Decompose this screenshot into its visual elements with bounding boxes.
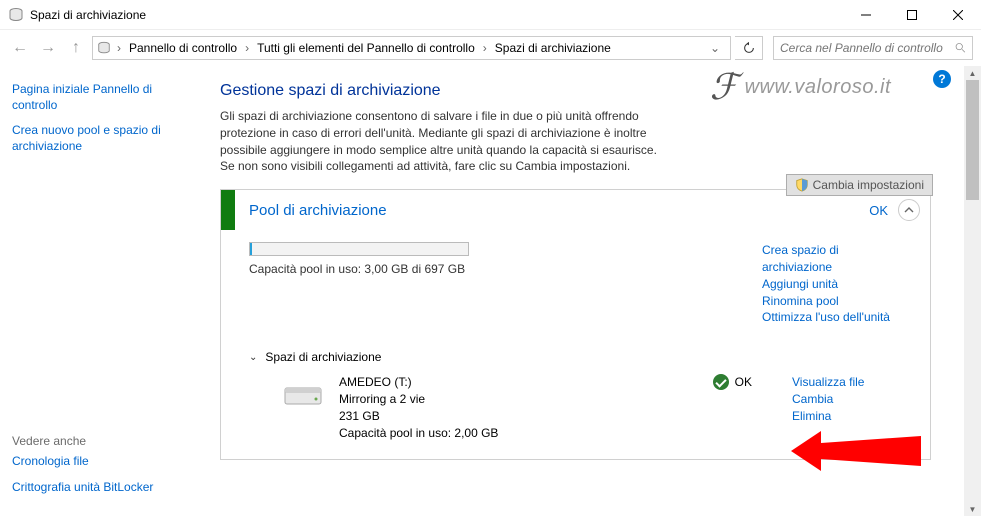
scrollbar[interactable]: ▲ ▼ [964, 66, 981, 516]
watermark-text: www.valoroso.it [745, 76, 891, 99]
page-description: Gli spazi di archiviazione consentono di… [220, 108, 670, 175]
chevron-up-icon [904, 205, 914, 215]
change-settings-label: Cambia impostazioni [813, 178, 924, 192]
storage-icon [8, 7, 24, 23]
pool-header: Pool di archiviazione OK [221, 190, 930, 230]
storage-icon [97, 41, 111, 55]
close-button[interactable] [935, 0, 981, 30]
link-add-drive[interactable]: Aggiungi unità [762, 276, 912, 293]
collapse-button[interactable] [898, 199, 920, 221]
link-optimize[interactable]: Ottimizza l'uso dell'unità [762, 309, 912, 326]
link-create-space[interactable]: Crea spazio di archiviazione [762, 242, 912, 276]
chevron-right-icon[interactable]: › [481, 41, 489, 55]
breadcrumb-item[interactable]: Tutti gli elementi del Pannello di contr… [255, 41, 477, 55]
sidebar-link-file-history[interactable]: Cronologia file [12, 454, 188, 470]
minimize-button[interactable] [843, 0, 889, 30]
ok-icon [713, 374, 729, 390]
chevron-down-icon: ⌄ [249, 352, 257, 363]
space-type: Mirroring a 2 vie [339, 391, 713, 408]
sidebar-link-bitlocker[interactable]: Crittografia unità BitLocker [12, 480, 188, 496]
scroll-thumb[interactable] [966, 80, 979, 200]
space-status-text: OK [735, 375, 752, 389]
scroll-up-icon[interactable]: ▲ [964, 66, 981, 80]
search-input[interactable] [780, 41, 955, 55]
breadcrumb-item[interactable]: Spazi di archiviazione [493, 41, 613, 55]
link-view-files[interactable]: Visualizza file [792, 374, 912, 391]
nav-bar: ← → ↑ › Pannello di controllo › Tutti gl… [0, 30, 981, 66]
search-icon [955, 42, 966, 54]
pool-status: OK [869, 203, 888, 218]
scroll-down-icon[interactable]: ▼ [964, 502, 981, 516]
refresh-button[interactable] [735, 36, 763, 60]
watermark-logo: ℱ [710, 66, 739, 108]
pool-title: Pool di archiviazione [235, 202, 869, 219]
space-name: AMEDEO (T:) [339, 374, 713, 391]
title-bar: Spazi di archiviazione [0, 0, 981, 30]
maximize-button[interactable] [889, 0, 935, 30]
chevron-down-icon[interactable]: ⌄ [704, 41, 726, 55]
sidebar: Pagina iniziale Pannello di controllo Cr… [0, 66, 200, 516]
sidebar-link-home[interactable]: Pagina iniziale Pannello di controllo [12, 82, 188, 113]
search-box[interactable] [773, 36, 973, 60]
pool-capacity-text: Capacità pool in uso: 3,00 GB di 697 GB [249, 262, 762, 276]
space-usage: Capacità pool in uso: 2,00 GB [339, 425, 713, 442]
change-settings-button[interactable]: Cambia impostazioni [786, 174, 933, 196]
see-also-title: Vedere anche [12, 434, 188, 448]
up-button[interactable]: ↑ [64, 36, 88, 60]
link-rename-pool[interactable]: Rinomina pool [762, 293, 912, 310]
main-content: ? ℱ www.valoroso.it Gestione spazi di ar… [200, 66, 981, 516]
help-icon[interactable]: ? [933, 70, 951, 88]
breadcrumb-item[interactable]: Pannello di controllo [127, 41, 239, 55]
forward-button: → [36, 36, 60, 60]
pool-status-bar [221, 190, 235, 230]
link-delete[interactable]: Elimina [792, 408, 912, 425]
spaces-section-title: Spazi di archiviazione [265, 350, 381, 364]
link-change[interactable]: Cambia [792, 391, 912, 408]
chevron-right-icon[interactable]: › [243, 41, 251, 55]
chevron-right-icon[interactable]: › [115, 41, 123, 55]
address-bar[interactable]: › Pannello di controllo › Tutti gli elem… [92, 36, 731, 60]
space-item: AMEDEO (T:) Mirroring a 2 vie 231 GB Cap… [249, 374, 912, 441]
pool-panel: Pool di archiviazione OK Capacità pool i… [220, 189, 931, 460]
watermark: ℱ www.valoroso.it [710, 66, 891, 108]
pool-usage-bar [249, 242, 469, 256]
space-status: OK [713, 374, 752, 390]
window-title: Spazi di archiviazione [30, 8, 843, 22]
back-button[interactable]: ← [8, 36, 32, 60]
drive-icon [283, 380, 323, 408]
sidebar-link-create-pool[interactable]: Crea nuovo pool e spazio di archiviazion… [12, 123, 188, 154]
shield-icon [795, 178, 809, 192]
spaces-section-header[interactable]: ⌄ Spazi di archiviazione [249, 350, 912, 364]
space-size: 231 GB [339, 408, 713, 425]
